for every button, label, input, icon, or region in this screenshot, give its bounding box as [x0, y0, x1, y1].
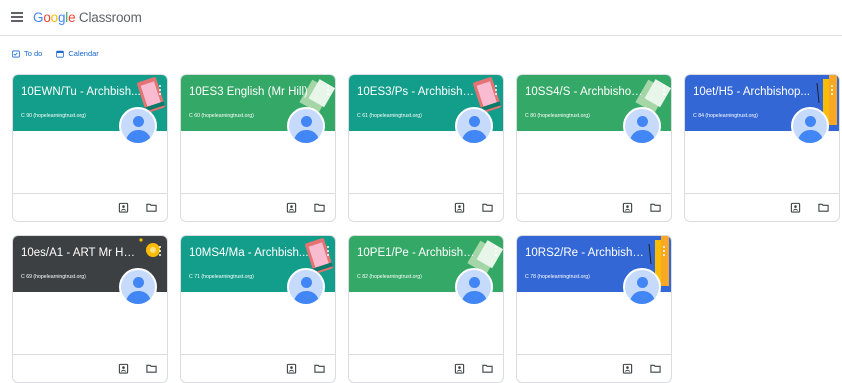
- more-vert-icon[interactable]: [661, 246, 667, 260]
- teacher-avatar[interactable]: [455, 268, 493, 306]
- class-title[interactable]: 10ES3/Ps - Archbisho...: [357, 86, 477, 98]
- top-app-bar: Google Classroom: [0, 0, 842, 36]
- more-vert-icon[interactable]: [661, 85, 667, 99]
- class-title[interactable]: 10et/H5 - Archbishop...: [693, 86, 813, 98]
- folder-icon[interactable]: [482, 202, 493, 213]
- class-section: C 80 (hopelearningtrust.org): [525, 113, 590, 119]
- assignment-icon[interactable]: [286, 363, 297, 374]
- calendar-link[interactable]: Calendar: [56, 49, 99, 58]
- assignment-icon[interactable]: [118, 363, 129, 374]
- teacher-avatar[interactable]: [623, 268, 661, 306]
- class-section: C 84 (hopelearningtrust.org): [693, 113, 758, 119]
- class-card[interactable]: 10ES3 English (Mr Hill) C 60 (hopelearnin…: [180, 74, 336, 222]
- class-card[interactable]: 10SS4/S - Archbishop... C 80 (hopelearnin…: [516, 74, 672, 222]
- todo-icon: [12, 50, 20, 57]
- class-card-footer: [181, 354, 335, 382]
- class-section: C 82 (hopelearningtrust.org): [357, 274, 422, 280]
- class-section: C 90 (hopelearningtrust.org): [21, 113, 86, 119]
- class-card[interactable]: 10ES3/Ps - Archbisho... C 61 (hopelearnin…: [348, 74, 504, 222]
- folder-icon[interactable]: [146, 202, 157, 213]
- class-section: C 69 (hopelearningtrust.org): [21, 274, 86, 280]
- class-section: C 78 (hopelearningtrust.org): [525, 274, 590, 280]
- folder-icon[interactable]: [818, 202, 829, 213]
- class-card-footer: [517, 193, 671, 221]
- class-section: C 71 (hopelearningtrust.org): [189, 274, 254, 280]
- folder-icon[interactable]: [146, 363, 157, 374]
- assignment-icon[interactable]: [622, 363, 633, 374]
- calendar-label: Calendar: [68, 49, 99, 58]
- app-name: Classroom: [75, 10, 142, 25]
- more-vert-icon[interactable]: [493, 246, 499, 260]
- class-card-footer: [13, 354, 167, 382]
- teacher-avatar[interactable]: [119, 107, 157, 145]
- class-title[interactable]: 10RS2/Re - Archbisho...: [525, 247, 645, 259]
- todo-label: To do: [24, 49, 43, 58]
- sub-navigation: To do Calendar: [12, 49, 99, 58]
- app-logo[interactable]: Google Classroom: [33, 10, 142, 25]
- teacher-avatar[interactable]: [119, 268, 157, 306]
- more-vert-icon[interactable]: [325, 246, 331, 260]
- class-card[interactable]: 10EWN/Tu - Archbish... C 90 (hopelearning…: [12, 74, 168, 222]
- class-title[interactable]: 10es/A1 - ART Mr Hou...: [21, 247, 141, 259]
- folder-icon[interactable]: [482, 363, 493, 374]
- class-card[interactable]: 10es/A1 - ART Mr Hou... C 69 (hopelearnin…: [12, 235, 168, 383]
- teacher-avatar[interactable]: [455, 107, 493, 145]
- assignment-icon[interactable]: [454, 202, 465, 213]
- class-card[interactable]: 10PE1/Pe - Archbisho... C 82 (hopelearnin…: [348, 235, 504, 383]
- class-card-footer: [685, 193, 839, 221]
- class-title[interactable]: 10ES3 English (Mr Hill): [189, 86, 309, 98]
- class-card-footer: [517, 354, 671, 382]
- class-card-footer: [181, 193, 335, 221]
- class-section: C 60 (hopelearningtrust.org): [189, 113, 254, 119]
- assignment-icon[interactable]: [118, 202, 129, 213]
- teacher-avatar[interactable]: [623, 107, 661, 145]
- class-card-footer: [349, 354, 503, 382]
- assignment-icon[interactable]: [790, 202, 801, 213]
- more-vert-icon[interactable]: [157, 85, 163, 99]
- assignment-icon[interactable]: [286, 202, 297, 213]
- more-vert-icon[interactable]: [157, 246, 163, 260]
- teacher-avatar[interactable]: [287, 268, 325, 306]
- class-title[interactable]: 10SS4/S - Archbishop...: [525, 86, 645, 98]
- folder-icon[interactable]: [314, 202, 325, 213]
- todo-link[interactable]: To do: [12, 49, 42, 58]
- folder-icon[interactable]: [314, 363, 325, 374]
- class-card-footer: [13, 193, 167, 221]
- menu-icon[interactable]: [11, 12, 23, 22]
- more-vert-icon[interactable]: [493, 85, 499, 99]
- folder-icon[interactable]: [650, 363, 661, 374]
- folder-icon[interactable]: [650, 202, 661, 213]
- class-card-footer: [349, 193, 503, 221]
- calendar-icon: [56, 50, 65, 58]
- class-card[interactable]: 10et/H5 - Archbishop... C 84 (hopelearnin…: [684, 74, 840, 222]
- class-card[interactable]: 10MS4/Ma - Archbish... C 71 (hopelearning…: [180, 235, 336, 383]
- class-title[interactable]: 10PE1/Pe - Archbisho...: [357, 247, 477, 259]
- more-vert-icon[interactable]: [325, 85, 331, 99]
- class-card[interactable]: 10RS2/Re - Archbisho... C 78 (hopelearnin…: [516, 235, 672, 383]
- teacher-avatar[interactable]: [287, 107, 325, 145]
- assignment-icon[interactable]: [622, 202, 633, 213]
- class-section: C 61 (hopelearningtrust.org): [357, 113, 422, 119]
- class-title[interactable]: 10EWN/Tu - Archbish...: [21, 86, 141, 98]
- assignment-icon[interactable]: [454, 363, 465, 374]
- class-title[interactable]: 10MS4/Ma - Archbish...: [189, 247, 309, 259]
- more-vert-icon[interactable]: [829, 85, 835, 99]
- teacher-avatar[interactable]: [791, 107, 829, 145]
